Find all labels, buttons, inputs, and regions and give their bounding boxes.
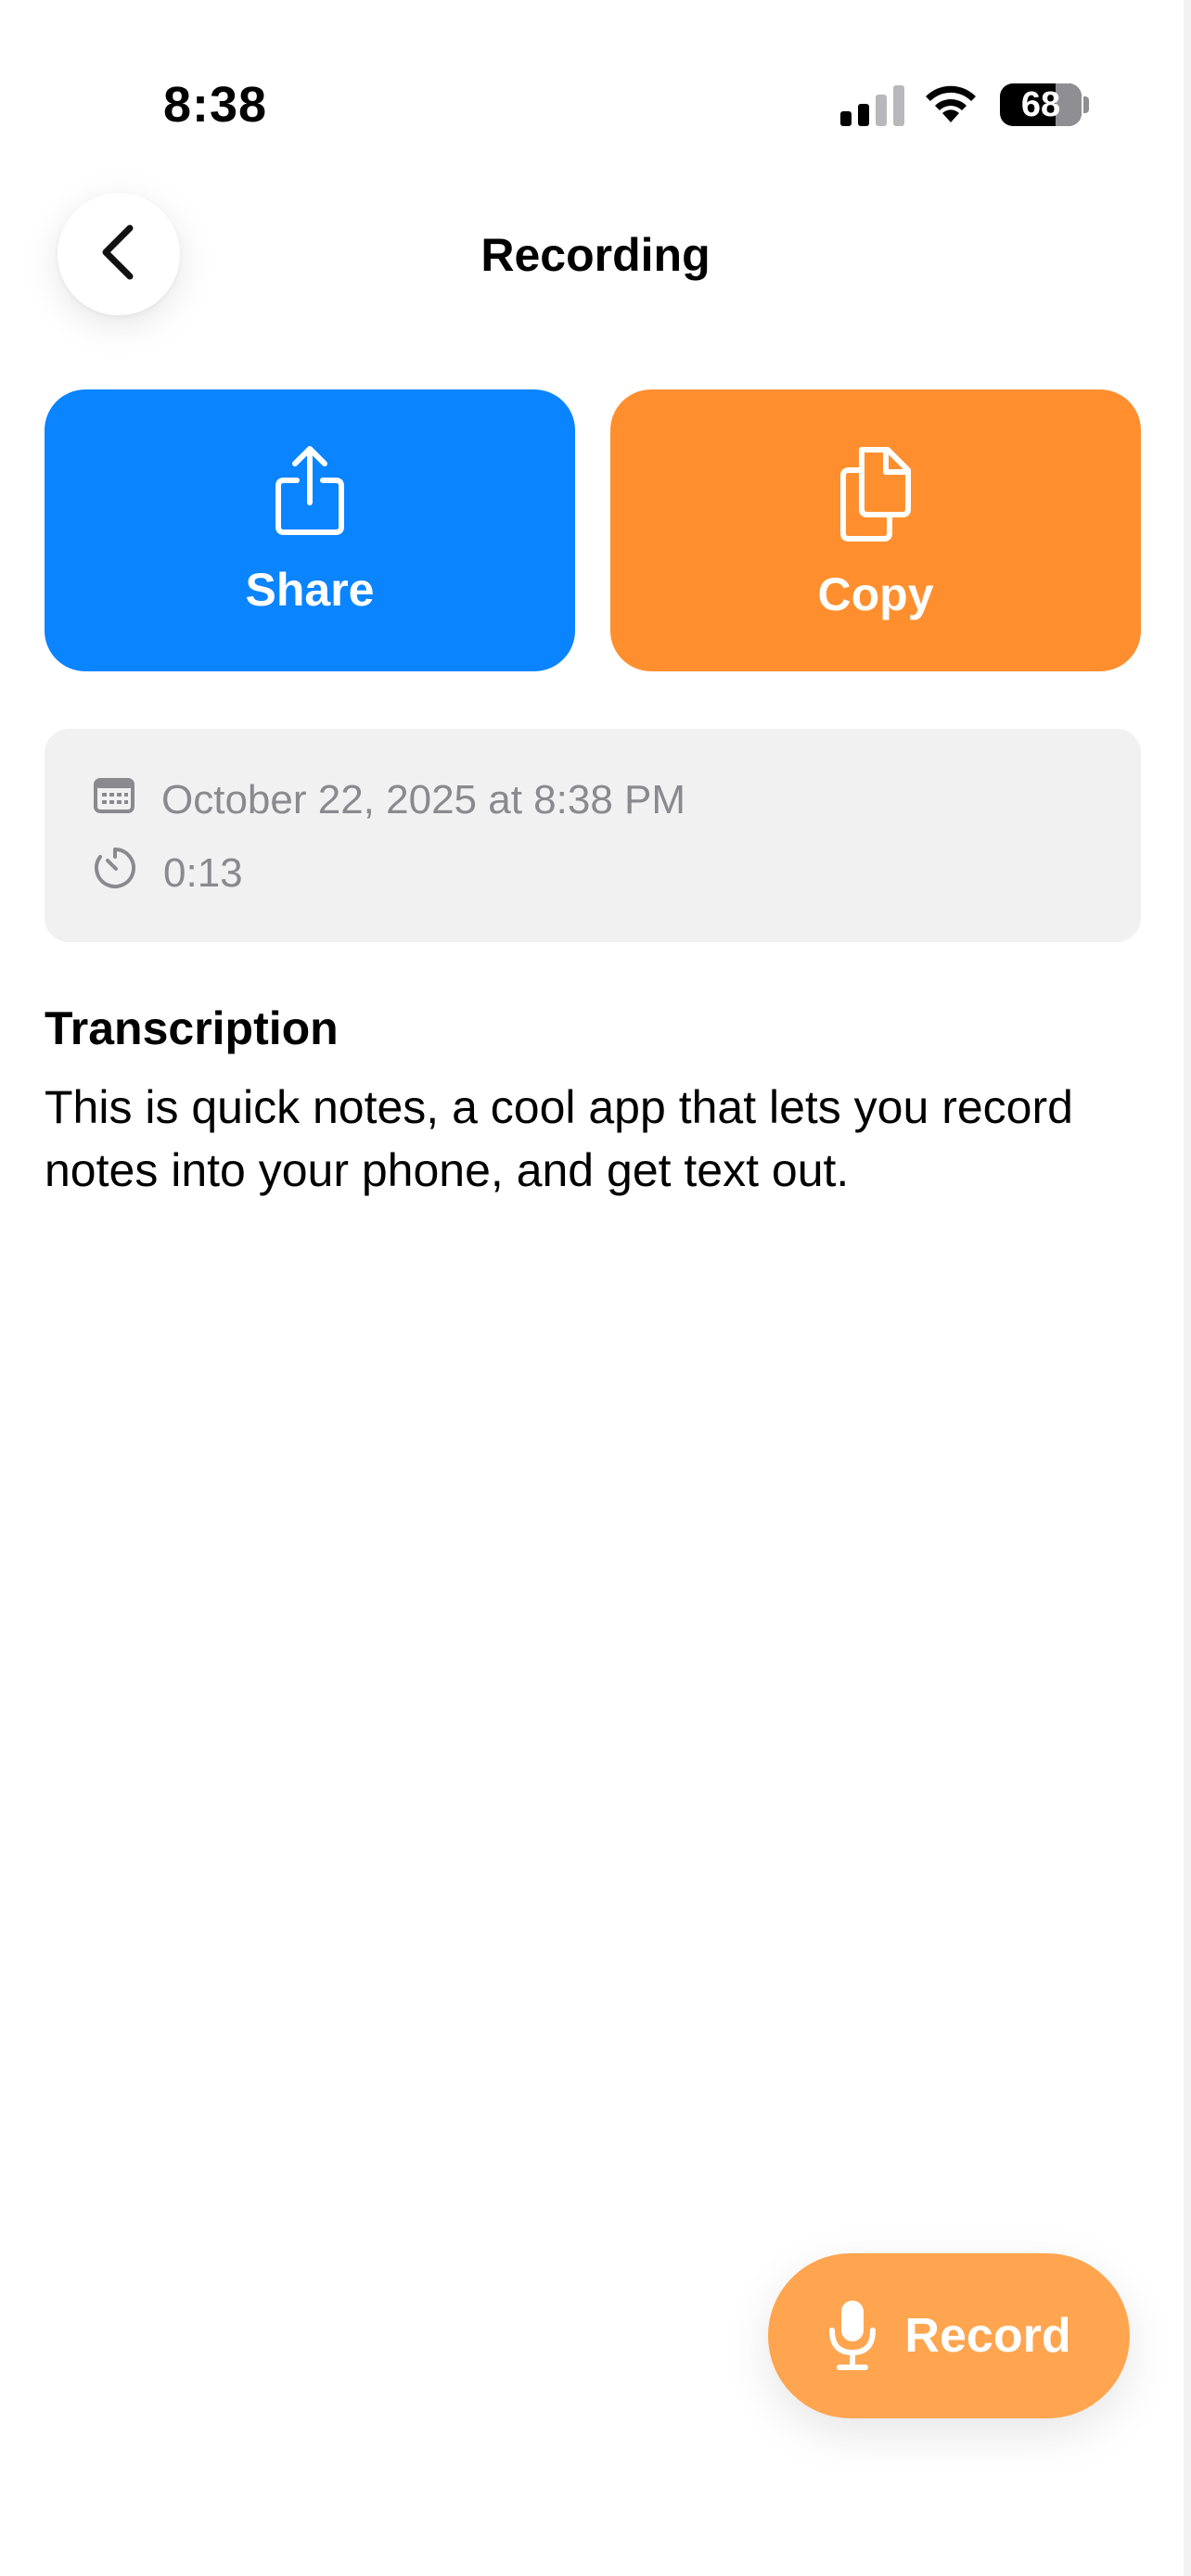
page-title: Recording [480,229,711,281]
share-icon [271,445,349,542]
battery-icon: 68 [1000,83,1082,126]
scroll-edge [1184,0,1191,2576]
copy-icon [834,440,917,547]
microphone-icon [826,2297,878,2376]
recording-date: October 22, 2025 at 8:38 PM [161,776,686,823]
record-button[interactable]: Record [768,2253,1130,2418]
wifi-icon [922,82,980,126]
share-button[interactable]: Share [45,389,575,671]
copy-label: Copy [817,567,934,620]
recording-duration: 0:13 [163,849,243,896]
timer-icon [93,846,137,900]
copy-button[interactable]: Copy [610,389,1141,671]
battery-cap [1083,96,1089,113]
share-label: Share [245,563,375,616]
transcription-heading: Transcription [45,1002,339,1054]
record-label: Record [904,2309,1071,2363]
cellular-signal-icon [840,83,905,126]
transcription-text: This is quick notes, a cool app that let… [45,1081,1073,1196]
status-time: 8:38 [163,77,268,133]
battery-level: 68 [1020,85,1061,124]
calendar-icon [93,775,135,824]
date-row: October 22, 2025 at 8:38 PM [93,775,685,824]
duration-row: 0:13 [93,846,243,900]
recording-info-card: October 22, 2025 at 8:38 PM 0:13 [45,729,1141,942]
